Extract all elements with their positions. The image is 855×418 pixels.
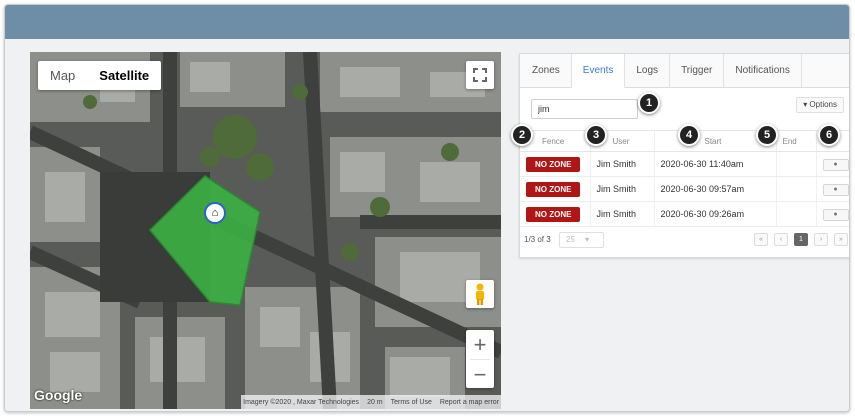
actions-cell: ● [816, 151, 849, 177]
user-cell: Jim Smith [590, 176, 655, 202]
status-badge: NO ZONE [526, 206, 581, 222]
panel-tabs: Zones Events Logs Trigger Notifications [520, 54, 849, 88]
satellite-imagery [30, 52, 501, 409]
events-panel: Zones Events Logs Trigger Notifications … [519, 53, 849, 258]
first-page-button[interactable]: « [754, 233, 768, 246]
search-input[interactable] [531, 99, 638, 119]
callout-1: 1 [638, 92, 660, 114]
callout-6: 6 [818, 124, 840, 146]
location-marker-icon[interactable]: ⌂ [204, 202, 226, 224]
map-type-satellite-button[interactable]: Satellite [87, 61, 161, 90]
zoom-controls: + − [466, 330, 494, 388]
options-dropdown[interactable]: ▾ Options [796, 97, 844, 113]
current-page-button[interactable]: 1 [794, 233, 808, 246]
end-cell [776, 151, 817, 177]
pegman-icon [476, 283, 484, 305]
fullscreen-icon [473, 68, 487, 82]
fence-cell: NO ZONE [520, 176, 591, 202]
table-row[interactable]: NO ZONE Jim Smith 2020-06-30 11:40am ● [520, 151, 849, 177]
table-row[interactable]: NO ZONE Jim Smith 2020-06-30 09:26am ● [520, 201, 849, 227]
callout-5: 5 [756, 124, 778, 146]
status-badge: NO ZONE [526, 156, 581, 172]
tab-notifications[interactable]: Notifications [724, 54, 802, 88]
top-header-bar [5, 5, 849, 39]
chevron-down-icon: ▾ [585, 235, 590, 244]
app-window: ⌂ Map Satellite + − Google Imagery ©2020… [4, 4, 850, 412]
callout-3: 3 [585, 124, 607, 146]
user-cell: Jim Smith [590, 201, 655, 227]
fullscreen-button[interactable] [466, 61, 494, 89]
record-count: 1/3 of 3 [524, 235, 551, 244]
status-badge: NO ZONE [526, 181, 581, 197]
row-locate-button[interactable]: ● [822, 158, 849, 171]
start-cell: 2020-06-30 09:26am [654, 201, 777, 227]
column-header-end[interactable]: End [776, 130, 817, 152]
last-page-button[interactable]: » [834, 233, 848, 246]
fence-cell: NO ZONE [520, 151, 591, 177]
prev-page-button[interactable]: ‹ [774, 233, 788, 246]
map-attribution: Imagery ©2020 , Maxar Technologies 20 m … [241, 395, 501, 409]
map-view[interactable]: ⌂ Map Satellite + − Google Imagery ©2020… [30, 52, 501, 409]
tab-trigger[interactable]: Trigger [670, 54, 725, 88]
user-cell: Jim Smith [590, 151, 655, 177]
next-page-button[interactable]: › [814, 233, 828, 246]
row-locate-button[interactable]: ● [822, 208, 849, 221]
terms-link[interactable]: Terms of Use [391, 399, 432, 406]
imagery-credit: Imagery ©2020 , Maxar Technologies [243, 398, 360, 406]
tab-logs[interactable]: Logs [625, 54, 671, 88]
pagination: « ‹ 1 › » [754, 233, 848, 246]
start-cell: 2020-06-30 09:57am [654, 176, 777, 202]
row-locate-button[interactable]: ● [822, 183, 849, 196]
table-row[interactable]: NO ZONE Jim Smith 2020-06-30 09:57am ● [520, 176, 849, 202]
callout-2: 2 [511, 124, 533, 146]
actions-cell: ● [816, 201, 849, 227]
fence-cell: NO ZONE [520, 201, 591, 227]
street-view-pegman-button[interactable] [466, 280, 494, 308]
report-error-link[interactable]: Report a map error [440, 399, 499, 406]
end-cell [776, 176, 817, 202]
map-type-switch: Map Satellite [38, 61, 162, 90]
callout-4: 4 [678, 124, 700, 146]
google-logo: Google [34, 387, 83, 403]
map-type-map-button[interactable]: Map [38, 61, 87, 90]
page-size-value: 25 [566, 235, 575, 244]
end-cell [776, 201, 817, 227]
zoom-in-button[interactable]: + [466, 330, 494, 359]
actions-cell: ● [816, 176, 849, 202]
tab-events[interactable]: Events [571, 54, 626, 88]
zoom-out-button[interactable]: − [466, 360, 494, 389]
start-cell: 2020-06-30 11:40am [654, 151, 777, 177]
tab-zones[interactable]: Zones [521, 54, 572, 88]
main-content: ⌂ Map Satellite + − Google Imagery ©2020… [5, 39, 849, 411]
page-size-select[interactable]: 25 ▾ [559, 232, 604, 248]
table-footer: 1/3 of 3 25 ▾ « ‹ 1 › » [520, 232, 849, 252]
scale-label: 20 m [367, 398, 383, 406]
